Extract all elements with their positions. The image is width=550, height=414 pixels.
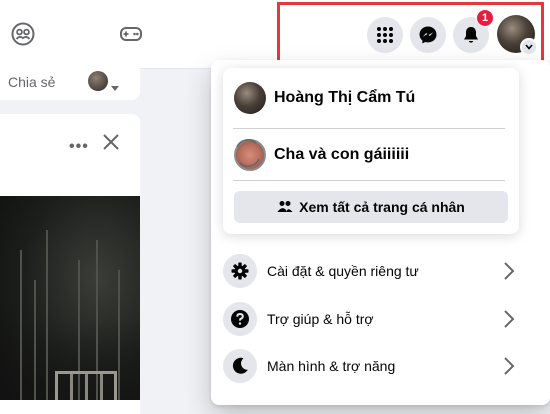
chevron-right-icon	[503, 261, 515, 286]
share-avatar[interactable]	[88, 71, 108, 91]
chevron-right-icon	[503, 309, 515, 334]
messenger-button[interactable]	[410, 17, 446, 53]
page-row[interactable]: Cha và con gáiiiiii	[234, 139, 409, 171]
groups-icon[interactable]	[10, 21, 36, 47]
menu-item-settings[interactable]: Cài đặt & quyền riêng tư	[223, 249, 523, 293]
see-all-label: Xem tất cả trang cá nhân	[299, 199, 465, 215]
chevron-right-icon	[503, 356, 515, 381]
profile-name: Hoàng Thị Cẩm Tú	[274, 89, 416, 106]
menu-item-help[interactable]: Trợ giúp & hỗ trợ	[223, 297, 523, 341]
switch-profile-icon	[236, 139, 260, 167]
gaming-icon[interactable]	[118, 21, 144, 47]
profile-row[interactable]: Hoàng Thị Cẩm Tú	[234, 82, 415, 114]
moon-icon	[223, 349, 257, 383]
people-switch-icon	[277, 201, 293, 212]
divider	[233, 128, 505, 129]
account-avatar-button[interactable]	[497, 15, 538, 56]
profile-avatar	[234, 82, 266, 114]
divider	[233, 180, 505, 181]
menu-item-label: Trợ giúp & hỗ trợ	[267, 311, 374, 327]
see-all-profiles-button[interactable]: Xem tất cả trang cá nhân	[234, 191, 508, 223]
menu-grid-button[interactable]	[367, 17, 403, 53]
help-icon	[223, 302, 257, 336]
page-name: Cha và con gáiiiiii	[274, 146, 410, 163]
top-nav: 1	[0, 0, 550, 69]
messenger-icon	[419, 26, 437, 44]
bell-icon	[464, 27, 478, 43]
close-icon[interactable]	[102, 133, 120, 156]
menu-item-display[interactable]: Màn hình & trợ năng	[223, 344, 523, 388]
grid-icon	[377, 27, 393, 43]
page-avatar	[234, 139, 266, 171]
gear-icon	[223, 254, 257, 288]
post-image[interactable]	[0, 196, 140, 400]
more-options-button[interactable]: •••	[69, 138, 89, 156]
notification-count-badge: 1	[476, 9, 494, 27]
menu-item-label: Cài đặt & quyền riêng tư	[267, 263, 419, 279]
menu-item-label: Màn hình & trợ năng	[267, 358, 396, 374]
caret-down-icon[interactable]	[111, 79, 119, 97]
share-audience-label[interactable]: Chia sẻ	[8, 74, 55, 90]
chevron-down-icon	[520, 38, 538, 56]
